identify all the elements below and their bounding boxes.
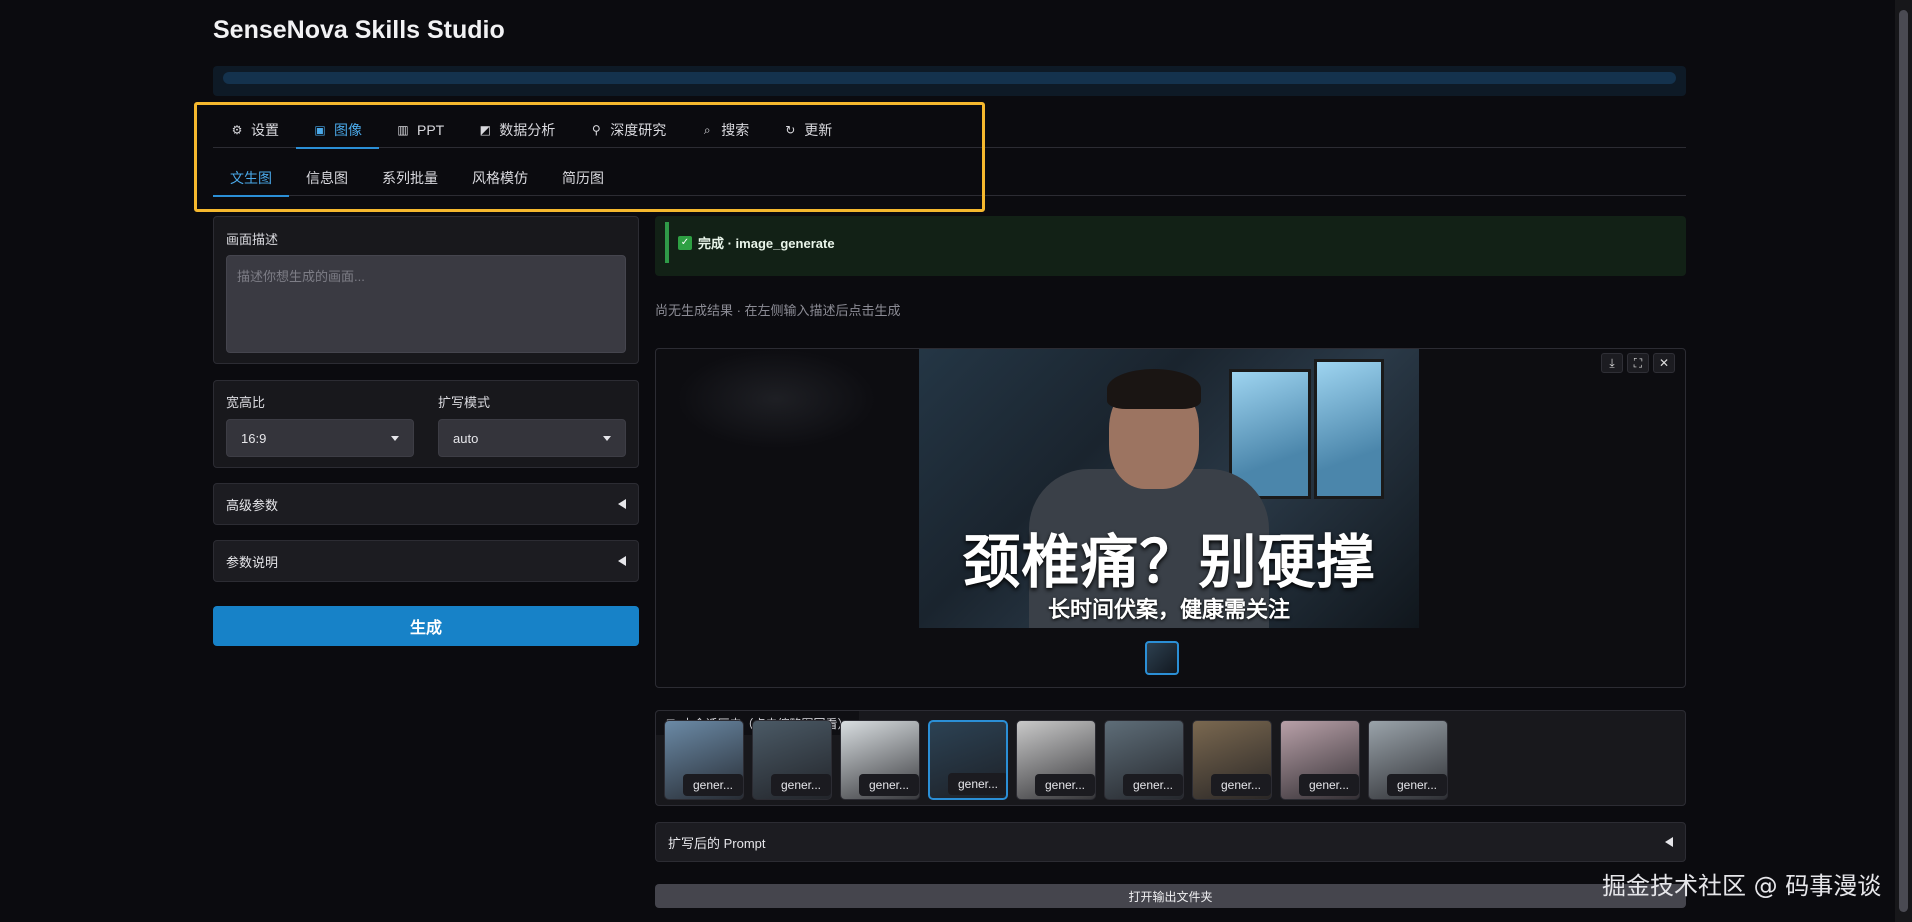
person-hair-illustration: [1107, 369, 1201, 409]
collapse-triangle-icon: [618, 556, 626, 566]
aspect-value: 16:9: [241, 430, 267, 446]
search-icon: ⌕: [703, 122, 711, 137]
tab-label: 数据分析: [499, 122, 556, 138]
tab-label: PPT: [417, 122, 445, 138]
watermark: 掘金技术社区 @ 码事漫谈: [1602, 872, 1882, 900]
history-thumbnail[interactable]: gener...: [840, 720, 920, 800]
monitor-illustration: [1314, 359, 1384, 499]
tab-0[interactable]: ⚙ 设置: [213, 112, 296, 148]
chevron-down-icon: [603, 435, 611, 441]
gear-icon: ⚙: [231, 123, 243, 137]
line-chart-icon: ◩: [479, 123, 491, 137]
status-text: 完成 · image_generate: [698, 236, 835, 251]
thumbnail-caption: gener...: [683, 774, 743, 796]
app-title: SenseNova Skills Studio: [213, 16, 505, 44]
tab-label: 更新: [804, 122, 833, 138]
refresh-icon: ↻: [785, 123, 796, 137]
subtab-1[interactable]: 信息图: [289, 160, 365, 196]
subtab-4[interactable]: 简历图: [545, 160, 621, 196]
history-thumbnail[interactable]: gener...: [1016, 720, 1096, 800]
tab-label: 搜索: [721, 122, 750, 138]
status-accent-bar: [665, 222, 669, 263]
checkmark-icon: ✓: [678, 235, 692, 250]
blur-background: [676, 349, 876, 449]
thumbnail-caption: gener...: [1211, 774, 1271, 796]
app-container: SenseNova Skills Studio ⚙ 设置 ▣ 图像 ▥ PPT ◩ 数据分析 ⚲…: [213, 0, 1686, 922]
tab-label: 图像: [334, 122, 362, 138]
expand-mode-value: auto: [453, 430, 479, 446]
fullscreen-icon[interactable]: ⛶: [1627, 353, 1649, 373]
options-panel: 宽高比 16:9 扩写模式 auto: [213, 380, 639, 468]
expanded-prompt-accordion[interactable]: 扩写后的 Prompt: [655, 822, 1686, 862]
subtab-0[interactable]: 文生图: [213, 160, 289, 197]
tab-3[interactable]: ◩ 数据分析: [461, 112, 572, 148]
history-thumbnail[interactable]: gener...: [752, 720, 832, 800]
history-gallery: ▣ 本会话历史（点击缩略图回看） gener...gener...gener..…: [655, 710, 1686, 806]
image-icon: ▣: [314, 123, 326, 137]
empty-hint: 尚无生成结果 · 在左侧输入描述后点击生成: [655, 303, 901, 318]
history-thumbnail[interactable]: gener...: [1280, 720, 1360, 800]
expand-mode-label: 扩写模式: [438, 395, 491, 410]
microscope-icon: ⚲: [591, 123, 601, 137]
bar-chart-icon: ▥: [397, 123, 409, 137]
thumbnail-caption: gener...: [771, 774, 831, 796]
history-thumbnail[interactable]: gener...: [1368, 720, 1448, 800]
history-thumbnail[interactable]: gener...: [1104, 720, 1184, 800]
image-viewer: 颈椎痛？别硬撑 长时间伏案，健康需关注 ⤓ ⛶ ✕: [655, 348, 1686, 688]
image-thumbnail[interactable]: [1145, 641, 1179, 675]
description-label: 画面描述: [226, 232, 279, 247]
open-folder-button[interactable]: 打开输出文件夹: [655, 884, 1686, 908]
thumbnail-caption: gener...: [948, 773, 1006, 795]
sub-tabs: 文生图 信息图 系列批量 风格模仿 简历图: [213, 160, 1686, 197]
chevron-down-icon: [391, 435, 399, 441]
progress-bar: [223, 72, 1676, 84]
history-thumbnail[interactable]: gener...: [1192, 720, 1272, 800]
tab-label: 深度研究: [610, 122, 667, 138]
download-icon[interactable]: ⤓: [1601, 353, 1623, 373]
generate-button[interactable]: 生成: [213, 606, 639, 646]
collapse-triangle-icon: [618, 499, 626, 509]
thumbnail-caption: gener...: [1123, 774, 1183, 796]
expand-mode-select[interactable]: auto: [438, 419, 626, 457]
close-icon[interactable]: ✕: [1653, 353, 1675, 373]
collapse-triangle-icon: [1665, 837, 1673, 847]
tab-4[interactable]: ⚲ 深度研究: [572, 112, 683, 148]
image-subheadline: 长时间伏案，健康需关注: [1047, 598, 1290, 623]
description-panel: 画面描述: [213, 216, 639, 364]
advanced-params-accordion[interactable]: 高级参数: [213, 483, 639, 525]
param-help-label: 参数说明: [226, 554, 279, 570]
thumbnail-caption: gener...: [859, 774, 919, 796]
thumbnail-caption: gener...: [1035, 774, 1095, 796]
tab-5[interactable]: ⌕ 搜索: [683, 112, 766, 148]
description-input[interactable]: [226, 255, 626, 353]
aspect-select[interactable]: 16:9: [226, 419, 414, 457]
subtab-2[interactable]: 系列批量: [365, 160, 455, 196]
scrollbar-thumb[interactable]: [1899, 10, 1908, 912]
expanded-prompt-label: 扩写后的 Prompt: [668, 835, 766, 851]
tab-6[interactable]: ↻ 更新: [766, 112, 849, 148]
subtab-3[interactable]: 风格模仿: [455, 160, 545, 196]
param-help-accordion[interactable]: 参数说明: [213, 540, 639, 582]
advanced-params-label: 高级参数: [226, 497, 279, 513]
tab-1[interactable]: ▣ 图像: [296, 112, 379, 149]
main-tabs: ⚙ 设置 ▣ 图像 ▥ PPT ◩ 数据分析 ⚲ 深度研究 ⌕ 搜索 ↻ 更新: [213, 112, 1686, 149]
thumbnail-caption: gener...: [1299, 774, 1359, 796]
history-thumbnail[interactable]: gener...: [664, 720, 744, 800]
aspect-label: 宽高比: [226, 395, 266, 410]
tab-2[interactable]: ▥ PPT: [379, 112, 461, 148]
history-thumbnail[interactable]: gener...: [928, 720, 1008, 800]
viewer-toolbar: ⤓ ⛶ ✕: [1601, 353, 1675, 373]
thumbnail-caption: gener...: [1387, 774, 1447, 796]
image-headline: 颈椎痛？别硬撑: [962, 528, 1376, 596]
tab-label: 设置: [251, 122, 279, 138]
generated-image[interactable]: 颈椎痛？别硬撑 长时间伏案，健康需关注: [919, 349, 1419, 628]
status-message: ✓ 完成 · image_generate: [678, 233, 835, 252]
